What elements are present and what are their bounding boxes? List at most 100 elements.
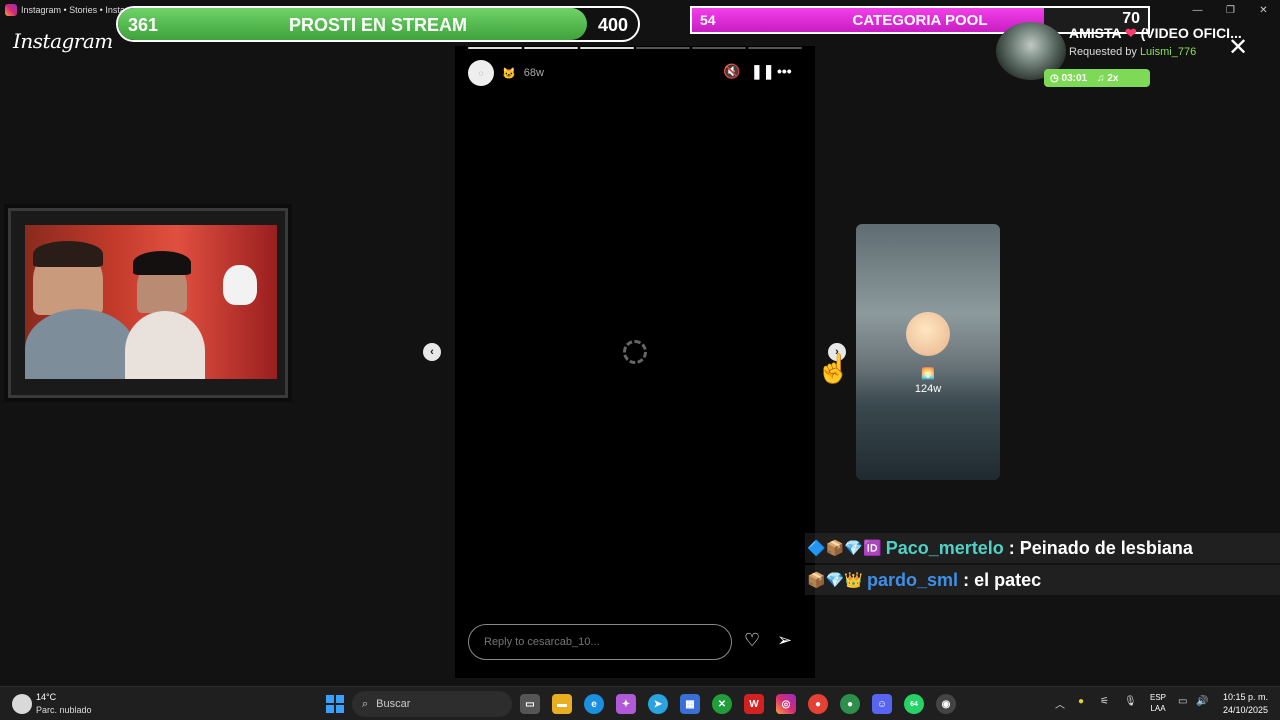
streamer-body	[25, 309, 135, 379]
windows-taskbar: 14°C Parc. nublado ⌕ Buscar ▭ ▬ e ✦ ➤ ▦ …	[0, 686, 1280, 720]
loading-spinner-icon	[623, 340, 647, 364]
taskbar-search[interactable]: ⌕ Buscar	[352, 691, 512, 717]
goal-label: PROSTI EN STREAM	[288, 15, 467, 35]
story-viewer[interactable]: ◌ 🐱 68w 🔇 ❚❚ ••• ♡ ➢	[455, 46, 815, 678]
music-note-icon: ♫	[1097, 72, 1108, 84]
story-time-ago: 68w	[523, 67, 544, 79]
song-info-pill: ◷ 03:01 ♫ 2x	[1044, 69, 1150, 87]
skull-decoration	[223, 265, 257, 305]
telegram-icon[interactable]: ➤	[648, 694, 668, 714]
goal-current: 361	[128, 15, 159, 35]
story-progress-segment	[692, 47, 746, 49]
chat-separator: :	[958, 569, 975, 590]
obs-icon[interactable]: ◉	[936, 694, 956, 714]
mute-icon[interactable]: 🔇	[723, 63, 740, 80]
minimize-button[interactable]: —	[1181, 0, 1214, 20]
send-icon[interactable]: ➢	[777, 630, 792, 651]
webcam-feed	[25, 225, 277, 379]
search-icon: ⌕	[362, 697, 369, 710]
stream-goal-bar: PROSTI EN STREAM 361 400	[116, 6, 640, 42]
hand-cursor-icon: ☝	[816, 353, 851, 384]
chat-badges-icon: 🔷📦💎🆔	[807, 540, 882, 557]
xbox-icon[interactable]: ✕	[712, 694, 732, 714]
chat-message: 📦💎👑 pardo_sml : el patec	[805, 565, 1280, 595]
instagram-favicon-icon	[5, 4, 17, 16]
windows-start-icon[interactable]	[326, 695, 344, 713]
story-user-avatar[interactable]: ◌	[468, 60, 494, 86]
network-icon[interactable]: ⚟	[1100, 696, 1109, 707]
story-progress-bar	[468, 47, 802, 49]
sunset-emoji-icon: 🌅	[921, 368, 935, 380]
webcam-frame	[8, 208, 288, 398]
more-icon[interactable]: •••	[777, 63, 792, 79]
heart-icon[interactable]: ♡	[744, 630, 760, 651]
chrome-icon[interactable]: ●	[808, 694, 828, 714]
requester-name: Luismi_776	[1139, 46, 1197, 58]
next-story-preview[interactable]: 🌅 124w	[856, 224, 1000, 480]
microsoft-store-icon[interactable]: ▦	[680, 694, 700, 714]
weather-description[interactable]: Parc. nublado	[36, 705, 92, 715]
window-controls: — ❐ ✕	[1181, 0, 1280, 20]
song-multiplier: ♫ 2x	[1097, 73, 1118, 84]
wps-office-icon[interactable]: W	[744, 694, 764, 714]
display-icon[interactable]: ▭	[1178, 696, 1187, 707]
song-title-suffix: (VIDEO OFICI...	[1140, 25, 1242, 41]
clock-time[interactable]: 10:15 p. m.	[1223, 692, 1268, 702]
file-explorer-icon[interactable]: ▬	[552, 694, 572, 714]
copilot-icon[interactable]: ✦	[616, 694, 636, 714]
pause-icon[interactable]: ❚❚	[751, 63, 774, 80]
close-stories-icon[interactable]: ✕	[1228, 36, 1248, 60]
cohost-body	[125, 311, 205, 379]
whatsapp-badge: 64	[910, 700, 918, 708]
microphone-icon[interactable]: 🎙	[1124, 696, 1137, 707]
requested-by-label: Requested by	[1069, 46, 1140, 58]
instagram-logo[interactable]: Instagram	[13, 29, 113, 53]
discord-icon[interactable]: ☺	[872, 694, 892, 714]
whatsapp-icon[interactable]: 64	[904, 694, 924, 714]
category-current: 54	[700, 12, 716, 28]
goal-target: 400	[597, 15, 628, 35]
song-title: AMISTA ❤ (VIDEO OFICI...	[1069, 25, 1242, 42]
clock-date[interactable]: 24/10/2025	[1223, 705, 1268, 715]
cat-emoji-icon: 🐱	[502, 67, 516, 80]
chrome-profile-icon[interactable]: ●	[840, 694, 860, 714]
story-progress-segment	[468, 47, 522, 49]
desktop-screen: Instagram • Stories • Instagr — ❐ ✕ Inst…	[0, 0, 1280, 720]
song-requester: Requested by Luismi_776	[1069, 46, 1196, 58]
story-progress-segment	[748, 47, 802, 49]
reply-input[interactable]	[468, 624, 732, 660]
chat-badges-icon: 📦💎👑	[807, 572, 864, 589]
tab-title[interactable]: Instagram • Stories • Instagr	[21, 5, 133, 15]
language-code: ESP	[1150, 693, 1167, 702]
chat-username: pardo_sml	[867, 569, 959, 590]
close-window-button[interactable]: ✕	[1247, 0, 1280, 20]
weather-cloud-icon[interactable]	[12, 694, 32, 714]
language-indicator[interactable]: ESP LAA	[1150, 692, 1166, 714]
story-header: ◌ 🐱 68w	[468, 60, 544, 86]
cohost-hair	[133, 251, 191, 275]
instagram-app-icon[interactable]: ◎	[776, 694, 796, 714]
song-duration-value: 03:01	[1061, 72, 1088, 84]
keyboard-layout: LAA	[1150, 704, 1166, 713]
task-view-icon[interactable]: ▭	[520, 694, 540, 714]
clock-icon: ◷	[1050, 72, 1062, 84]
speaker-icon[interactable]: 🔊	[1196, 696, 1208, 707]
edge-browser-icon[interactable]: e	[584, 694, 604, 714]
story-progress-segment	[636, 47, 690, 49]
chat-username: Paco_mertelo	[885, 537, 1004, 558]
preview-avatar	[906, 312, 950, 356]
preview-time-ago: 124w	[914, 383, 942, 395]
song-title-text: AMISTA	[1069, 25, 1122, 41]
maximize-button[interactable]: ❐	[1214, 0, 1247, 20]
song-multiplier-value: 2x	[1107, 72, 1119, 84]
search-placeholder: Buscar	[376, 698, 411, 710]
tray-app-icon[interactable]: ●	[1078, 696, 1084, 707]
story-progress-segment	[580, 47, 634, 49]
streamer-hair	[33, 241, 103, 267]
chat-message: 🔷📦💎🆔 Paco_mertelo : Peinado de lesbiana	[805, 533, 1280, 563]
tray-chevron-up-icon[interactable]: ︿	[1055, 696, 1065, 711]
chevron-left-icon[interactable]: ‹	[423, 343, 441, 361]
chat-text: el patec	[974, 569, 1042, 590]
chat-text: Peinado de lesbiana	[1019, 537, 1193, 558]
weather-temperature[interactable]: 14°C	[36, 692, 56, 702]
